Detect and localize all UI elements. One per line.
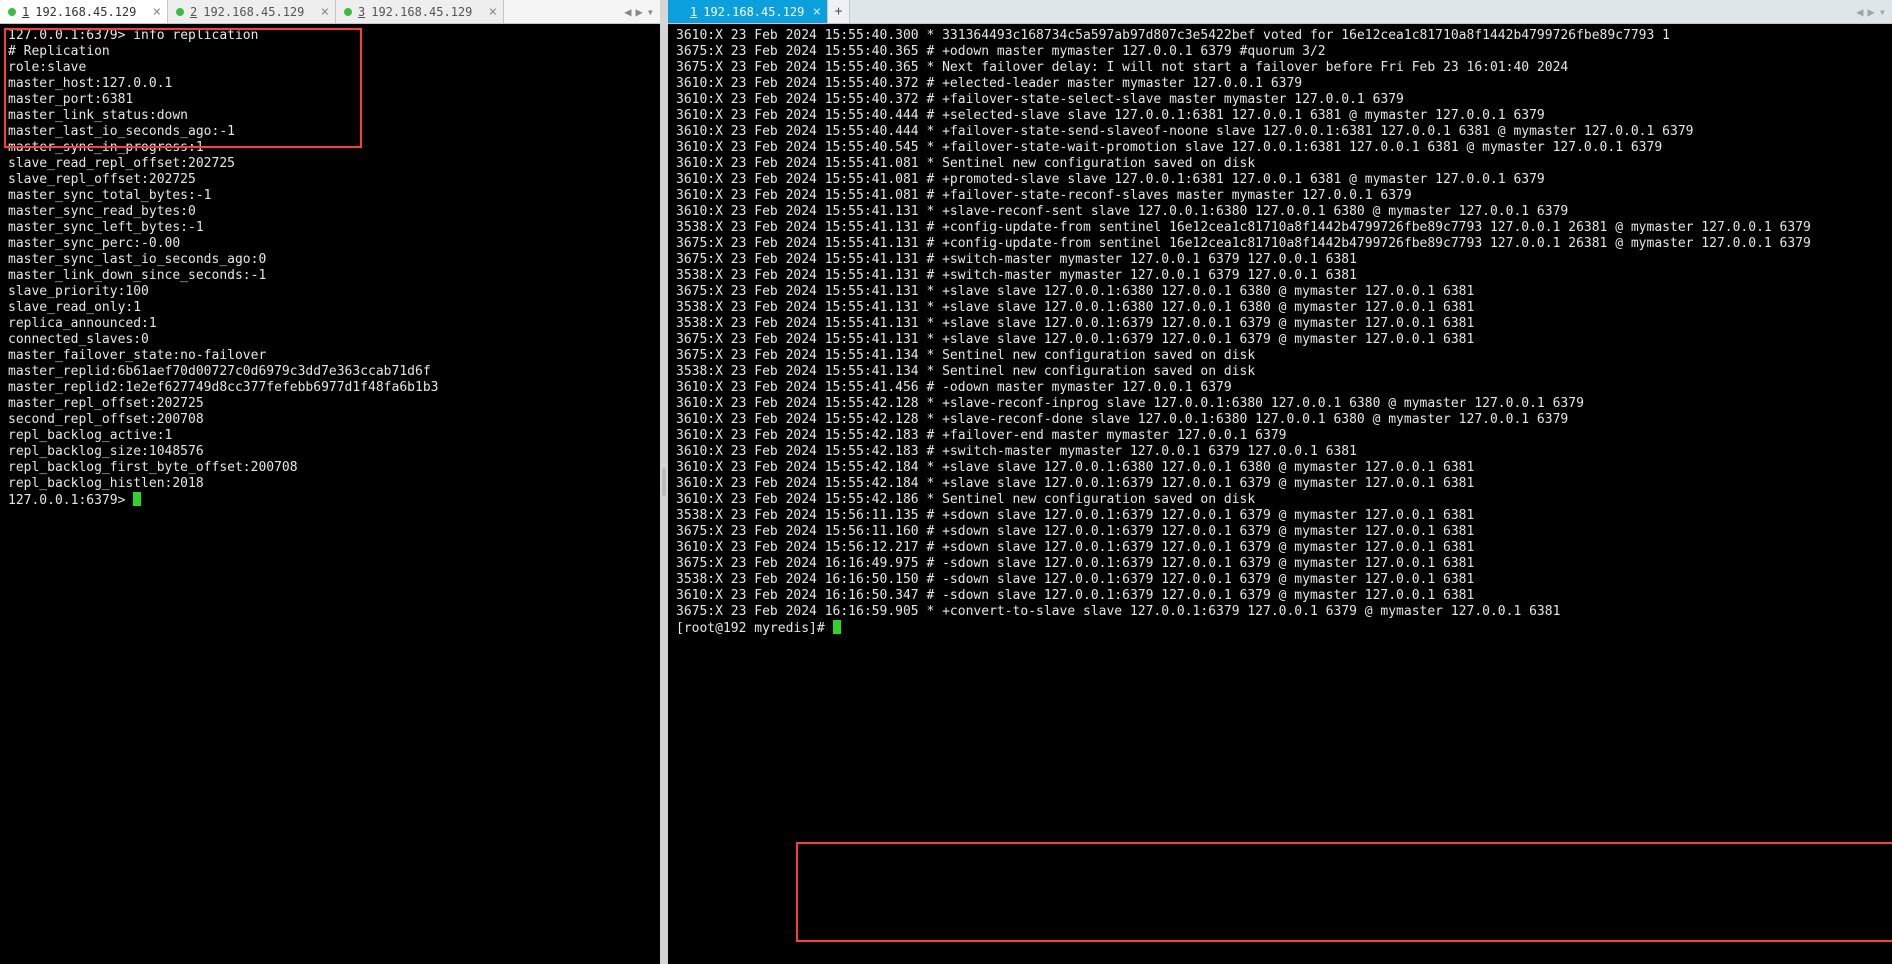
tab-number: 2 — [190, 4, 197, 20]
left-pane: 1 192.168.45.129 × 2 192.168.45.129 × 3 … — [0, 0, 660, 964]
pane-divider[interactable] — [660, 0, 668, 964]
status-dot-icon — [176, 8, 184, 16]
right-pane: 1 192.168.45.129 × + ◀ ▶ ▾ 3610:X 23 Feb… — [668, 0, 1892, 964]
plus-icon: + — [835, 4, 843, 20]
tab-menu-icon[interactable]: ▾ — [647, 4, 654, 20]
tab-label: 192.168.45.129 — [703, 4, 804, 20]
tab-next-icon[interactable]: ▶ — [636, 4, 643, 20]
tab-prev-icon[interactable]: ◀ — [624, 4, 631, 20]
tab-number: 1 — [22, 4, 29, 20]
tab-prev-icon[interactable]: ◀ — [1856, 4, 1863, 20]
left-tab-1[interactable]: 1 192.168.45.129 × — [0, 0, 168, 23]
left-tab-2[interactable]: 2 192.168.45.129 × — [168, 0, 336, 23]
add-tab-button[interactable]: + — [828, 0, 850, 23]
tab-next-icon[interactable]: ▶ — [1868, 4, 1875, 20]
close-icon[interactable]: × — [489, 5, 497, 19]
tab-menu-icon[interactable]: ▾ — [1879, 4, 1886, 20]
right-terminal[interactable]: 3610:X 23 Feb 2024 15:55:40.300 * 331364… — [668, 24, 1892, 964]
left-tab-3[interactable]: 3 192.168.45.129 × — [336, 0, 504, 23]
tab-label: 192.168.45.129 — [371, 4, 472, 20]
tab-nav-buttons: ◀ ▶ ▾ — [1850, 0, 1892, 23]
tab-label: 192.168.45.129 — [203, 4, 304, 20]
close-icon[interactable]: × — [321, 5, 329, 19]
status-dot-icon — [344, 8, 352, 16]
close-icon[interactable]: × — [153, 5, 161, 19]
left-terminal[interactable]: 127.0.0.1:6379> info replication# Replic… — [0, 24, 660, 964]
tab-number: 3 — [358, 4, 365, 20]
status-dot-icon — [8, 8, 16, 16]
left-tabbar: 1 192.168.45.129 × 2 192.168.45.129 × 3 … — [0, 0, 660, 24]
tab-nav-buttons: ◀ ▶ ▾ — [618, 0, 660, 23]
right-tabbar: 1 192.168.45.129 × + ◀ ▶ ▾ — [668, 0, 1892, 24]
tab-label: 192.168.45.129 — [35, 4, 136, 20]
close-icon[interactable]: × — [813, 5, 821, 19]
right-tab-1[interactable]: 1 192.168.45.129 × — [668, 0, 828, 23]
tab-number: 1 — [690, 4, 697, 20]
status-dot-icon — [676, 8, 684, 16]
split-container: 1 192.168.45.129 × 2 192.168.45.129 × 3 … — [0, 0, 1892, 964]
